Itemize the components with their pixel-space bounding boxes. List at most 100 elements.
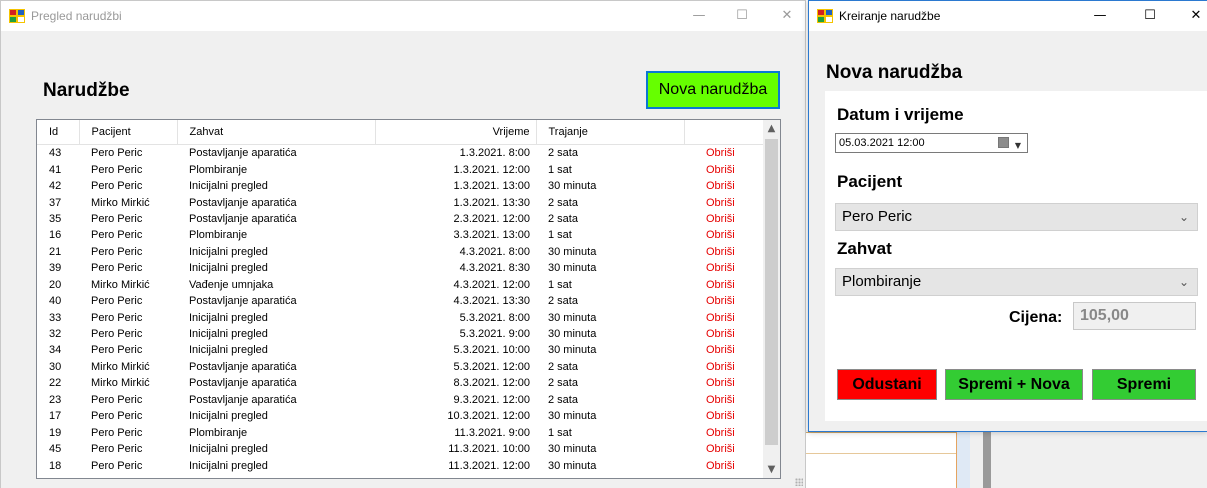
page-title: Narudžbe xyxy=(43,80,130,101)
table-row[interactable]: 45 Pero Peric Inicijalni pregled 11.3.2021.… xyxy=(37,441,765,457)
table-row[interactable]: 37 Mirko Mirkić Postavljanje aparatića 1.3.… xyxy=(37,194,765,210)
table-row[interactable]: 21 Pero Peric Inicijalni pregled 4.3.2021. … xyxy=(37,244,765,260)
table-row[interactable]: 41 Pero Peric Plombiranje 1.3.2021. 12:00 1 … xyxy=(37,161,765,177)
scroll-thumb[interactable] xyxy=(765,139,778,445)
column-header-procedure[interactable]: Zahvat xyxy=(177,120,376,145)
table-row[interactable]: 17 Pero Peric Inicijalni pregled 10.3.2021.… xyxy=(37,408,765,424)
table-row[interactable]: 35 Pero Peric Postavljanje aparatića 2.3.20… xyxy=(37,211,765,227)
orders-titlebar[interactable]: Pregled narudžbi — ☐ ✕ xyxy=(1,1,805,31)
table-row[interactable]: 32 Pero Peric Inicijalni pregled 5.3.2021. … xyxy=(37,326,765,342)
resize-grip[interactable] xyxy=(795,478,803,486)
delete-link[interactable]: Obriši xyxy=(684,342,765,358)
delete-link[interactable]: Obriši xyxy=(684,326,765,342)
scroll-down-icon[interactable]: ▼ xyxy=(763,461,780,478)
cell-patient: Pero Peric xyxy=(91,410,143,423)
table-row[interactable]: 43 Pero Peric Postavljanje aparatića 1.3.20… xyxy=(37,145,765,162)
cancel-button[interactable]: Odustani xyxy=(837,369,937,400)
background-panel xyxy=(806,432,956,488)
table-row[interactable]: 18 Pero Peric Inicijalni pregled 11.3.2021.… xyxy=(37,457,765,473)
cell-patient: Pero Peric xyxy=(91,426,143,439)
cell-patient: Pero Peric xyxy=(91,295,143,308)
delete-link[interactable]: Obriši xyxy=(684,277,765,293)
cell-time: 11.3.2021. 10:00 xyxy=(448,443,530,456)
column-header-duration[interactable]: Trajanje xyxy=(536,120,685,145)
cell-procedure: Postavljanje aparatića xyxy=(189,377,297,390)
cell-id: 35 xyxy=(49,212,62,225)
table-row[interactable]: 16 Pero Peric Plombiranje 3.3.2021. 13:00 1 … xyxy=(37,227,765,243)
cell-procedure: Postavljanje aparatića xyxy=(189,147,297,160)
scroll-up-icon[interactable]: ▲ xyxy=(763,120,780,137)
save-and-new-button[interactable]: Spremi + Nova xyxy=(945,369,1083,400)
cell-procedure: Inicijalni pregled xyxy=(189,410,268,423)
table-row[interactable]: 22 Mirko Mirkić Postavljanje aparatića 8.3.… xyxy=(37,375,765,391)
table-row[interactable]: 34 Pero Peric Inicijalni pregled 5.3.2021. … xyxy=(37,342,765,358)
delete-link[interactable]: Obriši xyxy=(684,244,765,260)
procedure-label: Zahvat xyxy=(837,239,892,258)
delete-link[interactable]: Obriši xyxy=(684,457,765,473)
delete-link[interactable]: Obriši xyxy=(684,227,765,243)
patient-select[interactable]: Pero Peric ⌄ xyxy=(835,203,1198,231)
procedure-select[interactable]: Plombiranje ⌄ xyxy=(835,268,1198,296)
orders-grid[interactable]: Id Pacijent Zahvat Vrijeme Trajanje 43 Pe… xyxy=(36,119,781,479)
cell-id: 33 xyxy=(49,311,62,324)
minimize-icon[interactable]: — xyxy=(1077,1,1123,31)
table-row[interactable]: 42 Pero Peric Inicijalni pregled 1.3.2021. … xyxy=(37,178,765,194)
calendar-icon[interactable]: ▼ xyxy=(998,137,1021,150)
delete-link[interactable]: Obriši xyxy=(684,309,765,325)
window-title: Kreiranje narudžbe xyxy=(839,9,941,23)
close-icon[interactable]: ✕ xyxy=(1173,1,1207,31)
datetime-picker[interactable]: 05.03.2021 12:00 ▼ xyxy=(835,133,1028,153)
cell-time: 1.3.2021. 12:00 xyxy=(453,163,530,176)
create-order-titlebar[interactable]: Kreiranje narudžbe — ☐ ✕ xyxy=(809,1,1207,31)
table-row[interactable]: 20 Mirko Mirkić Vađenje umnjaka 4.3.2021. 1… xyxy=(37,277,765,293)
cell-id: 34 xyxy=(49,344,62,357)
column-header-id[interactable]: Id xyxy=(37,120,80,145)
delete-link[interactable]: Obriši xyxy=(684,260,765,276)
maximize-icon[interactable]: ☐ xyxy=(1127,1,1173,31)
save-button[interactable]: Spremi xyxy=(1092,369,1196,400)
cell-duration: 2 sata xyxy=(548,360,578,373)
delete-link[interactable]: Obriši xyxy=(684,178,765,194)
delete-link[interactable]: Obriši xyxy=(684,375,765,391)
close-icon[interactable]: ✕ xyxy=(764,1,810,31)
cell-time: 8.3.2021. 12:00 xyxy=(453,377,530,390)
datetime-label: Datum i vrijeme xyxy=(837,105,964,124)
new-order-button[interactable]: Nova narudžba xyxy=(646,71,780,109)
table-row[interactable]: 40 Pero Peric Postavljanje aparatića 4.3.20… xyxy=(37,293,765,309)
cell-time: 5.3.2021. 10:00 xyxy=(453,344,530,357)
delete-link[interactable]: Obriši xyxy=(684,293,765,309)
delete-link[interactable]: Obriši xyxy=(684,392,765,408)
table-row[interactable]: 23 Pero Peric Postavljanje aparatića 9.3.20… xyxy=(37,392,765,408)
column-header-time[interactable]: Vrijeme xyxy=(375,120,537,145)
grid-scrollbar[interactable]: ▲ ▼ xyxy=(763,120,780,478)
cell-duration: 2 sata xyxy=(548,295,578,308)
cell-id: 40 xyxy=(49,295,62,308)
app-icon xyxy=(817,9,833,23)
cell-patient: Pero Peric xyxy=(91,328,143,341)
dropdown-arrow-icon[interactable]: ▼ xyxy=(1015,137,1021,155)
cell-procedure: Inicijalni pregled xyxy=(189,311,268,324)
cell-time: 3.3.2021. 13:00 xyxy=(453,229,530,242)
cell-procedure: Postavljanje aparatića xyxy=(189,295,297,308)
column-header-patient[interactable]: Pacijent xyxy=(79,120,178,145)
minimize-icon[interactable]: — xyxy=(676,1,722,31)
delete-link[interactable]: Obriši xyxy=(684,145,765,162)
delete-link[interactable]: Obriši xyxy=(684,161,765,177)
table-row[interactable]: 39 Pero Peric Inicijalni pregled 4.3.2021. … xyxy=(37,260,765,276)
cell-procedure: Postavljanje aparatića xyxy=(189,360,297,373)
table-row[interactable]: 30 Mirko Mirkić Postavljanje aparatića 5.3.… xyxy=(37,359,765,375)
delete-link[interactable]: Obriši xyxy=(684,424,765,440)
delete-link[interactable]: Obriši xyxy=(684,194,765,210)
cell-time: 5.3.2021. 8:00 xyxy=(459,311,530,324)
delete-link[interactable]: Obriši xyxy=(684,408,765,424)
cell-patient: Mirko Mirkić xyxy=(91,278,150,291)
delete-link[interactable]: Obriši xyxy=(684,441,765,457)
table-row[interactable]: 33 Pero Peric Inicijalni pregled 5.3.2021. … xyxy=(37,309,765,325)
cell-id: 22 xyxy=(49,377,62,390)
maximize-icon[interactable]: ☐ xyxy=(719,1,765,31)
cell-procedure: Inicijalni pregled xyxy=(189,262,268,275)
delete-link[interactable]: Obriši xyxy=(684,359,765,375)
cell-patient: Pero Peric xyxy=(91,393,143,406)
delete-link[interactable]: Obriši xyxy=(684,211,765,227)
table-row[interactable]: 19 Pero Peric Plombiranje 11.3.2021. 9:00 1 … xyxy=(37,424,765,440)
